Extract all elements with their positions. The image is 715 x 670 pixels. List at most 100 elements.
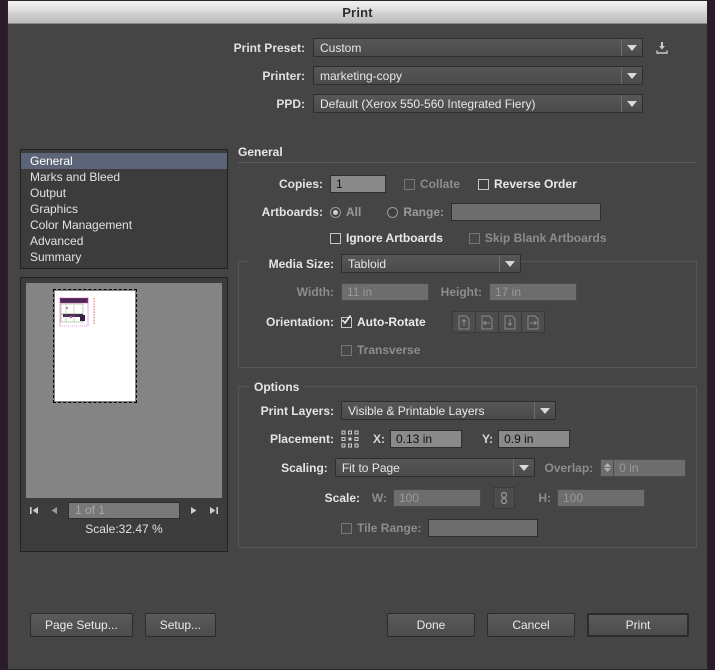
media-size-label: Media Size: bbox=[249, 256, 341, 271]
ignore-artboards-label: Ignore Artboards bbox=[346, 231, 443, 245]
reverse-landscape-icon[interactable] bbox=[521, 312, 544, 332]
skip-blank-artboards-checkbox[interactable]: Skip Blank Artboards bbox=[468, 231, 607, 245]
chevron-down-icon bbox=[512, 459, 534, 476]
scale-h-value: 100 bbox=[563, 491, 584, 505]
transverse-label: Transverse bbox=[357, 343, 421, 357]
print-layers-value: Visible & Printable Layers bbox=[348, 403, 485, 418]
sidebar-item-graphics[interactable]: Graphics bbox=[21, 201, 227, 217]
print-button[interactable]: Print bbox=[587, 613, 689, 637]
print-preset-select[interactable]: Custom bbox=[313, 38, 643, 57]
footer-left-buttons: Page Setup... Setup... bbox=[30, 613, 217, 637]
printer-select[interactable]: marketing-copy bbox=[313, 66, 643, 85]
next-page-icon[interactable] bbox=[187, 504, 200, 517]
placement-row: Placement: X: 0.13 in Y: 0.9 in bbox=[249, 430, 686, 448]
checkbox-box bbox=[330, 232, 341, 244]
sidebar-item-output[interactable]: Output bbox=[21, 185, 227, 201]
placement-y-value: 0.9 in bbox=[504, 432, 534, 446]
auto-rotate-label: Auto-Rotate bbox=[357, 315, 426, 329]
sidebar-item-label: Output bbox=[30, 186, 67, 200]
print-preview-panel: 1 of 1 Scale:32.47 % bbox=[20, 277, 228, 552]
print-layers-select[interactable]: Visible & Printable Layers bbox=[341, 401, 556, 420]
media-size-select[interactable]: Tabloid bbox=[341, 254, 521, 273]
overlap-input[interactable]: 0 in bbox=[613, 458, 686, 477]
print-dialog: Print Print Preset: Custom Printer: mark… bbox=[7, 0, 708, 670]
cancel-label: Cancel bbox=[512, 618, 550, 632]
artboards-all-radio[interactable]: All bbox=[330, 205, 361, 219]
preview-canvas[interactable] bbox=[26, 283, 222, 498]
tile-range-input[interactable] bbox=[428, 519, 539, 537]
footer-right-buttons: Done Cancel Print bbox=[387, 613, 689, 637]
height-input[interactable]: 17 in bbox=[489, 283, 577, 301]
ppd-select[interactable]: Default (Xerox 550-560 Integrated Fiery) bbox=[313, 94, 643, 113]
placement-x-label: X: bbox=[373, 432, 385, 446]
chevron-down-icon bbox=[534, 402, 555, 419]
setup-button[interactable]: Setup... bbox=[144, 613, 217, 637]
ignore-artboards-checkbox[interactable]: Ignore Artboards bbox=[330, 231, 443, 245]
sidebar-item-color-management[interactable]: Color Management bbox=[21, 217, 227, 233]
left-column: General Marks and Bleed Output Graphics … bbox=[20, 149, 228, 552]
cancel-button[interactable]: Cancel bbox=[487, 613, 575, 637]
artboards-range-input[interactable] bbox=[451, 203, 602, 221]
print-label: Print bbox=[625, 618, 651, 632]
placement-y-input[interactable]: 0.9 in bbox=[498, 430, 571, 448]
collate-checkbox[interactable]: Collate bbox=[404, 177, 460, 191]
scale-w-input[interactable]: 100 bbox=[393, 489, 481, 507]
page-navigation: 1 of 1 bbox=[26, 500, 222, 520]
tile-range-checkbox[interactable]: Tile Range: bbox=[341, 521, 421, 535]
scaling-value: Fit to Page bbox=[341, 460, 400, 475]
scale-h-input[interactable]: 100 bbox=[557, 489, 645, 507]
placement-proxy-icon[interactable] bbox=[341, 430, 359, 448]
page-setup-button[interactable]: Page Setup... bbox=[30, 613, 133, 637]
done-button[interactable]: Done bbox=[387, 613, 475, 637]
placement-y-label: Y: bbox=[482, 432, 494, 446]
portrait-icon[interactable] bbox=[452, 312, 476, 332]
page-number-field[interactable]: 1 of 1 bbox=[68, 501, 180, 519]
orientation-label: Orientation: bbox=[266, 315, 334, 329]
media-size-row: Media Size: Tabloid bbox=[249, 254, 686, 273]
auto-rotate-checkbox[interactable]: Auto-Rotate bbox=[341, 314, 426, 329]
previous-page-icon[interactable] bbox=[48, 504, 61, 517]
width-input[interactable]: 11 in bbox=[341, 283, 429, 301]
transverse-row: Transverse bbox=[249, 343, 686, 357]
last-page-icon[interactable] bbox=[207, 504, 220, 517]
overlap-label: Overlap: bbox=[544, 460, 594, 475]
overlap-stepper[interactable] bbox=[600, 458, 614, 477]
landscape-icon[interactable] bbox=[475, 312, 499, 332]
printer-label: Printer: bbox=[262, 68, 305, 83]
sidebar-item-advanced[interactable]: Advanced bbox=[21, 233, 227, 249]
setup-label: Setup... bbox=[159, 618, 202, 632]
reverse-portrait-icon[interactable] bbox=[498, 312, 522, 332]
page-number-value: 1 of 1 bbox=[75, 503, 106, 517]
checkbox-box bbox=[468, 232, 480, 244]
copies-input[interactable]: 1 bbox=[330, 175, 386, 193]
placement-x-input[interactable]: 0.13 in bbox=[390, 430, 462, 448]
artboards-all-label: All bbox=[346, 205, 362, 219]
reverse-order-checkbox[interactable]: Reverse Order bbox=[478, 177, 577, 191]
sidebar-item-summary[interactable]: Summary bbox=[21, 249, 227, 265]
sidebar-item-general[interactable]: General bbox=[21, 153, 227, 169]
print-layers-row: Print Layers: Visible & Printable Layers bbox=[249, 401, 686, 420]
scale-label: Scale: bbox=[324, 491, 360, 505]
first-page-icon[interactable] bbox=[28, 504, 41, 517]
done-label: Done bbox=[416, 618, 446, 632]
link-constrain-icon[interactable] bbox=[493, 487, 515, 509]
scale-row: Scale: W: 100 H: 100 bbox=[249, 487, 686, 509]
orientation-row: Orientation: Auto-Rotate bbox=[249, 311, 686, 333]
transverse-checkbox[interactable]: Transverse bbox=[341, 343, 420, 357]
save-preset-icon[interactable] bbox=[653, 39, 671, 57]
checkbox-box bbox=[478, 178, 490, 190]
preview-page bbox=[53, 289, 137, 403]
checkbox-box bbox=[341, 344, 352, 356]
overlap-value: 0 in bbox=[619, 460, 639, 475]
artboards-range-label: Range: bbox=[403, 205, 445, 219]
printer-value: marketing-copy bbox=[320, 68, 403, 83]
skip-blank-artboards-label: Skip Blank Artboards bbox=[484, 231, 607, 245]
scaling-select[interactable]: Fit to Page bbox=[334, 458, 535, 477]
checkbox-box bbox=[404, 178, 415, 190]
placement-label: Placement: bbox=[269, 432, 334, 446]
tile-range-label: Tile Range: bbox=[357, 521, 422, 535]
artboards-range-radio[interactable]: Range: bbox=[387, 205, 444, 219]
sidebar-item-label: Color Management bbox=[30, 218, 133, 232]
sidebar-item-label: General bbox=[30, 154, 73, 168]
sidebar-item-marks-and-bleed[interactable]: Marks and Bleed bbox=[21, 169, 227, 185]
